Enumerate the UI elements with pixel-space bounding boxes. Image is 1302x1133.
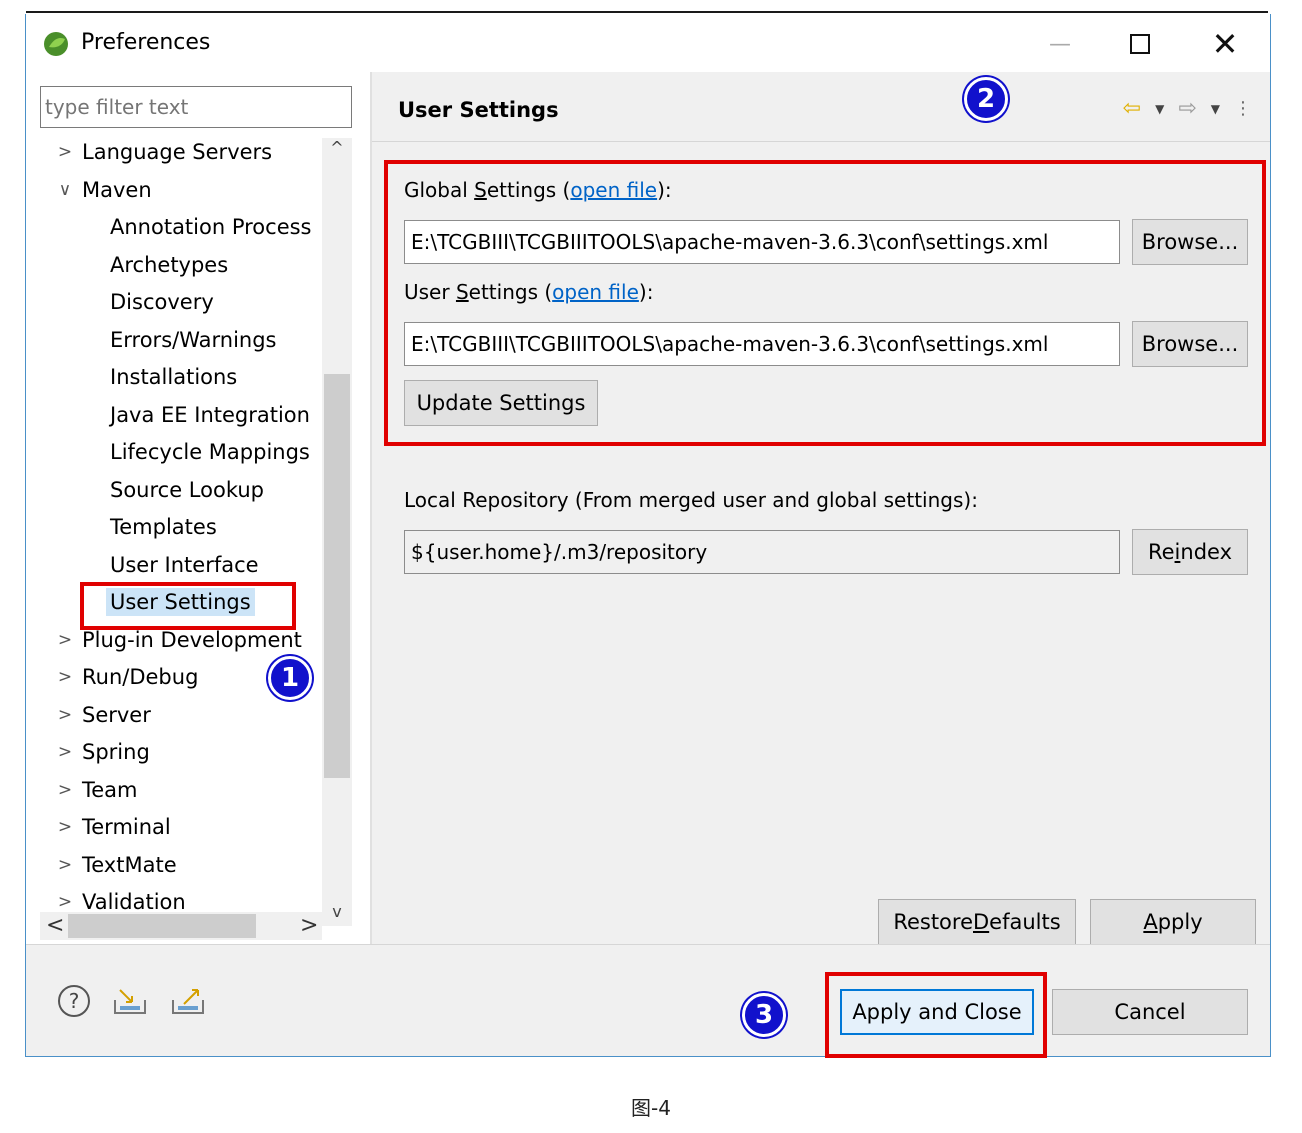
tree-item-label: Spring (82, 740, 150, 764)
export-icon[interactable] (170, 986, 206, 1016)
top-rule (26, 11, 1268, 13)
maximize-icon (1130, 34, 1150, 54)
filter-input[interactable] (40, 86, 352, 128)
reindex-text: Re (1147, 540, 1175, 564)
tree-vertical-scrollbar[interactable]: ^ v (322, 138, 352, 926)
collapse-chevron-icon[interactable]: > (52, 855, 78, 875)
tree-item[interactable]: Source Lookup (106, 472, 268, 508)
tree-item[interactable]: Discovery (106, 284, 218, 320)
page-title: User Settings (398, 98, 559, 122)
expand-chevron-icon[interactable]: ∨ (52, 180, 78, 200)
tree-item-label: Team (82, 777, 138, 802)
scroll-thumb[interactable] (324, 374, 350, 778)
local-repository-label: Local Repository (From merged user and g… (404, 488, 978, 512)
user-settings-page: Global Settings (open file): E:\TCGBIII\… (372, 142, 1270, 945)
import-icon[interactable] (112, 986, 148, 1016)
view-menu-icon[interactable]: ⋮ (1234, 98, 1252, 119)
collapse-chevron-icon[interactable]: > (52, 817, 78, 837)
tree-item-label: Server (82, 702, 151, 727)
nav-toolbar: ⇦ ▼ ⇨ ▼ ⋮ (1123, 96, 1252, 121)
collapse-chevron-icon[interactable]: > (52, 742, 78, 762)
apply-text: pply (1157, 910, 1203, 934)
scroll-left-icon[interactable]: < (46, 913, 64, 938)
collapse-chevron-icon[interactable]: > (52, 142, 78, 162)
page-header: User Settings ⇦ ▼ ⇨ ▼ ⋮ 2 (372, 72, 1270, 142)
tree-item[interactable]: Java EE Integration (106, 397, 314, 433)
scroll-down-icon[interactable]: v (322, 902, 352, 926)
tree-item-label: Java EE Integration (110, 402, 310, 427)
apply-mnemonic: A (1143, 910, 1158, 934)
eclipse-spring-icon (44, 32, 68, 56)
apply-button[interactable]: Apply (1090, 899, 1256, 945)
window-title: Preferences (81, 30, 211, 55)
restore-mnemonic: D (973, 910, 990, 934)
footer-icons: ? (58, 985, 206, 1017)
collapse-chevron-icon[interactable]: > (52, 705, 78, 725)
collapse-chevron-icon[interactable]: > (52, 667, 78, 687)
tree-horizontal-scrollbar[interactable]: < > (40, 912, 322, 940)
tree-item[interactable]: Archetypes (106, 247, 232, 283)
forward-arrow-icon[interactable]: ⇨ (1178, 96, 1196, 121)
reindex-text-2: ndex (1180, 540, 1233, 564)
hscroll-thumb[interactable] (68, 914, 256, 938)
maximize-button[interactable] (1116, 24, 1164, 64)
tree-item[interactable]: Errors/Warnings (106, 322, 280, 358)
preference-tree: > Language Servers ∨ Maven Annotation Proces… (40, 138, 352, 926)
reindex-button[interactable]: Re i ndex (1132, 529, 1248, 575)
tree-item-label: User Interface (110, 552, 259, 577)
tree-item-label: TextMate (82, 852, 177, 877)
badge-2: 2 (964, 77, 1008, 121)
tree-item[interactable]: > Team (40, 772, 142, 808)
preferences-window: Preferences — ✕ >Language Servers∨MavenA… (25, 14, 1271, 1058)
annotation-box-settings (384, 160, 1266, 446)
tree-item[interactable]: Templates (106, 509, 221, 545)
restore-defaults-button[interactable]: Restore Defaults (878, 899, 1076, 945)
tree-item-label: Annotation Process (110, 215, 312, 239)
annotation-box-apply (825, 972, 1047, 1058)
annotation-box-tree (80, 582, 296, 630)
tree-item[interactable]: > Terminal (40, 809, 175, 845)
tree-item[interactable]: Annotation Process (106, 209, 316, 245)
tree-item[interactable]: > Server (40, 697, 155, 733)
minimize-button[interactable]: — (1036, 24, 1084, 64)
tree-item-label: Terminal (82, 815, 171, 839)
restore-text-2: efaults (989, 910, 1061, 934)
badge-3: 3 (742, 993, 786, 1037)
tree-item-label: Discovery (110, 290, 214, 314)
tree-item[interactable]: > Spring (40, 734, 154, 770)
tree-item-label: Lifecycle Mappings (110, 440, 310, 464)
tree-item-label: Maven (82, 177, 152, 202)
badge-1: 1 (268, 656, 312, 700)
tree-item-label: Templates (110, 515, 217, 539)
tree-item[interactable]: > TextMate (40, 847, 181, 883)
tree-item[interactable]: User Interface (106, 547, 263, 583)
scroll-right-icon[interactable]: > (300, 913, 318, 938)
tree-item-label: Installations (110, 365, 238, 389)
local-repository-field: ${user.home}/.m3/repository (404, 530, 1120, 574)
tree-item-label: Run/Debug (82, 665, 199, 689)
title-bar: Preferences — ✕ (26, 14, 1270, 72)
tree-item[interactable]: ∨ Maven (40, 172, 156, 208)
forward-dropdown-icon[interactable]: ▼ (1211, 102, 1220, 116)
close-button[interactable]: ✕ (1201, 24, 1249, 64)
tree-item[interactable]: > Language Servers (40, 138, 276, 170)
tree-item[interactable]: > Run/Debug (40, 659, 202, 695)
help-icon[interactable]: ? (58, 985, 90, 1017)
back-arrow-icon[interactable]: ⇦ (1123, 96, 1141, 121)
collapse-chevron-icon[interactable]: > (52, 780, 78, 800)
tree-item-label: Archetypes (110, 252, 229, 277)
tree-item-label: Errors/Warnings (110, 327, 277, 352)
back-dropdown-icon[interactable]: ▼ (1155, 102, 1164, 116)
tree-item-label: Source Lookup (110, 477, 264, 502)
dialog-footer: ? 3 Apply and Close Cancel (26, 944, 1270, 1058)
collapse-chevron-icon[interactable]: > (52, 630, 78, 650)
scroll-up-icon[interactable]: ^ (322, 138, 352, 162)
tree-item[interactable]: Installations (106, 359, 241, 395)
restore-text: Restore (893, 910, 973, 934)
figure-caption: 图-4 (631, 1096, 671, 1120)
tree-item[interactable]: Lifecycle Mappings (106, 434, 314, 470)
collapse-chevron-icon[interactable]: > (52, 892, 78, 912)
cancel-button[interactable]: Cancel (1052, 989, 1248, 1035)
tree-item-label: Language Servers (82, 140, 273, 164)
